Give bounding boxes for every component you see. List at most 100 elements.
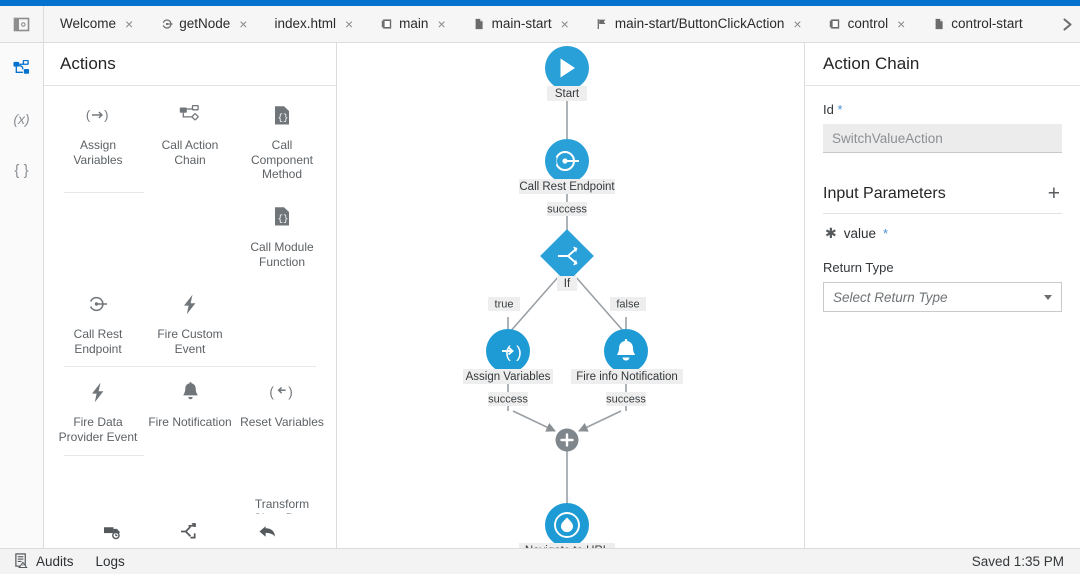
action-call-action-chain[interactable]: Call Action Chain	[144, 90, 236, 192]
flow-icon	[13, 59, 30, 74]
flag-icon	[596, 18, 609, 31]
undo-icon[interactable]	[258, 523, 277, 540]
input-parameters-label: Input Parameters	[823, 184, 946, 202]
tab-main-start-buttonclickaction[interactable]: main-start/ButtonClickAction ×	[581, 6, 815, 42]
grid-divider	[64, 191, 144, 193]
variables-icon: (x)	[13, 111, 30, 127]
tab-label: control	[847, 16, 889, 32]
tab-label: index.html	[274, 16, 336, 32]
action-fire-notification[interactable]: Fire Notification	[144, 367, 236, 454]
node-navigate-to-url[interactable]	[545, 503, 589, 547]
node-fire-info-notification[interactable]	[604, 329, 648, 373]
tab-control-start[interactable]: control-start	[918, 6, 1036, 42]
inspect-icon[interactable]	[103, 523, 122, 540]
action-assign-variables[interactable]: ( ) Assign Variables	[52, 90, 144, 192]
tab-close-icon[interactable]: ×	[345, 17, 353, 31]
tab-close-icon[interactable]: ×	[897, 17, 905, 31]
svg-text:{}: {}	[278, 113, 289, 123]
palette-footer	[44, 514, 336, 548]
tab-main[interactable]: main ×	[366, 6, 459, 42]
node-start[interactable]	[545, 46, 589, 90]
tab-getnode[interactable]: getNode ×	[146, 6, 261, 42]
tab-close-icon[interactable]: ×	[437, 17, 445, 31]
id-label-text: Id	[823, 102, 834, 117]
action-label: Fire Notification	[148, 415, 232, 430]
node-label-fire-info-notification: Fire info Notification	[576, 371, 678, 383]
actions-palette: Actions ( ) Assign Variables Call Action…	[44, 43, 337, 548]
tab-label: Welcome	[60, 16, 117, 32]
action-reset-variables[interactable]: ( ) Reset Variables	[236, 367, 328, 454]
parameter-row-value[interactable]: ✱ value *	[823, 214, 1062, 242]
action-fire-custom-event[interactable]: Fire Custom Event	[144, 279, 236, 366]
layout-icon[interactable]	[180, 522, 199, 540]
node-if[interactable]	[540, 229, 594, 283]
tab-close-icon[interactable]: ×	[793, 17, 801, 31]
status-bar: Audits Logs Saved 1:35 PM	[0, 548, 1080, 574]
assign-variables-icon: ( )	[85, 102, 111, 128]
action-label: Call Module Function	[250, 239, 314, 269]
action-label: Call Component Method	[250, 138, 314, 182]
action-fire-data-provider-event[interactable]: Fire Data Provider Event	[52, 367, 144, 454]
action-call-rest-endpoint[interactable]: Call Rest Endpoint	[52, 279, 144, 366]
chevron-down-icon	[1044, 294, 1052, 300]
edge-label-assign-success: success	[488, 394, 528, 406]
return-type-field: Return Type Select Return Type	[823, 260, 1062, 312]
node-label-assign-variables: Assign Variables	[466, 371, 551, 383]
call-component-method-icon: {}	[273, 102, 291, 128]
flow-diagram: success true false success success Start	[463, 46, 683, 548]
action-chain-canvas[interactable]: success true false success success Start	[337, 43, 804, 548]
tab-close-icon[interactable]: ×	[561, 17, 569, 31]
return-type-select[interactable]: Select Return Type	[823, 282, 1062, 312]
id-input[interactable]	[823, 124, 1062, 153]
tab-welcome[interactable]: Welcome ×	[44, 6, 147, 42]
tab-label: main	[399, 16, 429, 32]
svg-text:): )	[516, 343, 522, 362]
tab-bar: Welcome × getNode × index.html × main × …	[0, 6, 1080, 43]
tab-close-icon[interactable]: ×	[239, 17, 247, 31]
edge-assign-to-merge	[512, 410, 556, 432]
reset-variables-icon: ( )	[268, 379, 296, 405]
tab-label: main-start	[491, 16, 552, 32]
status-audits[interactable]: Audits	[14, 552, 74, 571]
tab-overflow-button[interactable]	[1054, 6, 1080, 42]
panel-toggle-button[interactable]	[0, 6, 44, 42]
status-left-group: Audits Logs	[14, 552, 125, 571]
rail-item-json[interactable]: { }	[7, 155, 37, 185]
svg-text:): )	[288, 385, 293, 400]
node-add-merge[interactable]	[555, 428, 579, 452]
tab-main-start[interactable]: main-start ×	[458, 6, 582, 42]
page-icon	[829, 18, 842, 31]
tab-label: control-start	[951, 16, 1023, 32]
palette-body: ( ) Assign Variables Call Action Chain {…	[44, 86, 336, 548]
tab-close-icon[interactable]: ×	[125, 17, 133, 31]
rail-item-variables[interactable]: (x)	[7, 104, 37, 134]
node-assign-variables[interactable]: ( )	[486, 329, 530, 373]
action-label: Reset Variables	[240, 415, 324, 430]
tab-strip: Welcome × getNode × index.html × main × …	[44, 6, 1054, 42]
action-label: Call Action Chain	[161, 138, 219, 167]
svg-text:{}: {}	[278, 214, 289, 224]
action-call-module-function[interactable]: {} Call Module Function	[236, 192, 328, 279]
main-body: (x) { } Actions ( ) Assign Variables Cal…	[0, 43, 1080, 548]
fire-notification-icon	[181, 379, 200, 405]
tab-control[interactable]: control ×	[814, 6, 919, 42]
fire-data-provider-event-icon	[90, 379, 106, 405]
action-label: Fire Data Provider Event	[58, 415, 138, 444]
audits-label: Audits	[36, 554, 74, 569]
plus-icon[interactable]: +	[1046, 183, 1062, 204]
status-logs[interactable]: Logs	[96, 554, 125, 569]
application-window: Welcome × getNode × index.html × main × …	[0, 0, 1080, 574]
svg-text:(: (	[86, 107, 91, 122]
chevron-right-icon	[1062, 17, 1072, 31]
tab-label: getNode	[179, 16, 231, 32]
svg-text:): )	[104, 107, 108, 122]
call-rest-endpoint-icon	[87, 291, 109, 317]
tab-index-html[interactable]: index.html ×	[260, 6, 367, 42]
parameter-name: value	[843, 226, 877, 241]
action-label: Call Rest Endpoint	[73, 327, 123, 356]
edge-label-notify-success: success	[606, 394, 646, 406]
tab-label: main-start/ButtonClickAction	[614, 16, 785, 32]
rail-item-action-chains[interactable]	[7, 53, 37, 83]
node-call-rest-endpoint[interactable]	[545, 139, 589, 183]
action-call-component-method[interactable]: {} Call Component Method	[236, 90, 328, 192]
